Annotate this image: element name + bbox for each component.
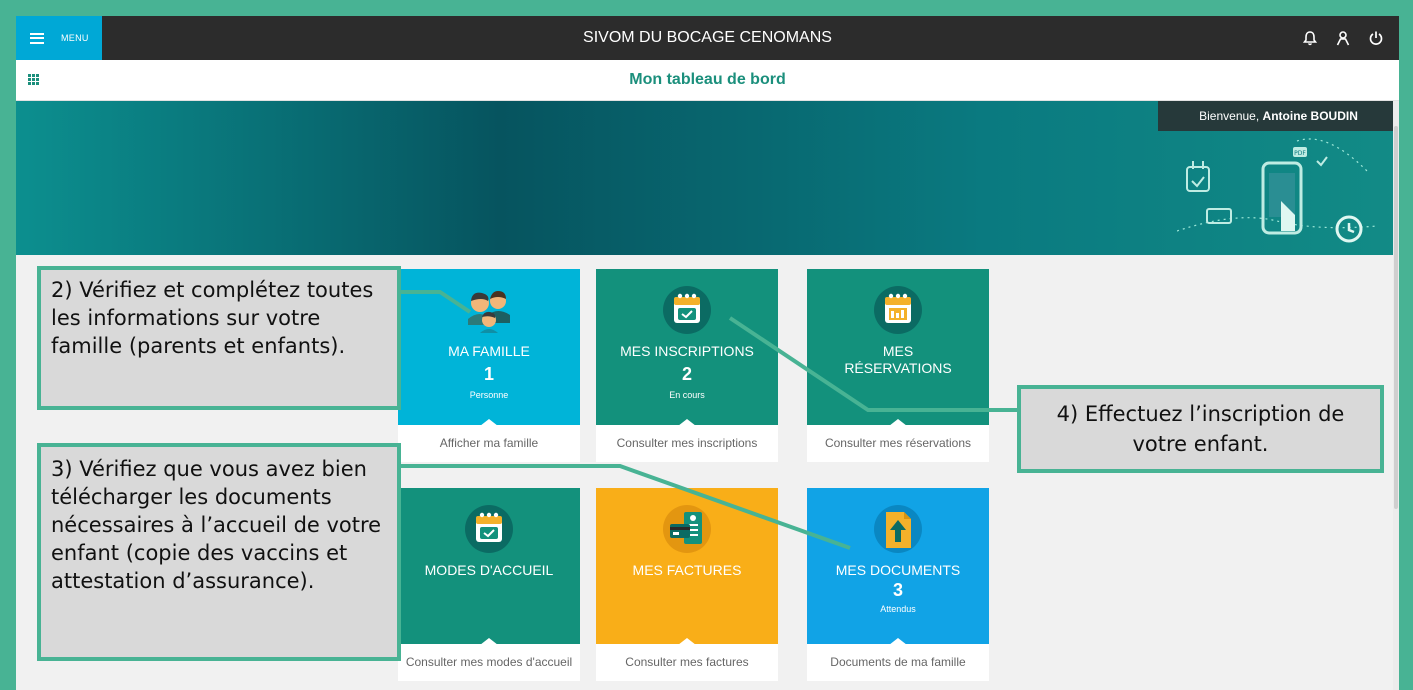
document-upload-icon: [874, 505, 922, 553]
callout-step-3: 3) Vérifiez que vous avez bien télécharg…: [37, 443, 401, 661]
power-logout-icon[interactable]: [1367, 29, 1385, 47]
tile-title: MES DOCUMENTS: [835, 562, 961, 578]
tile-ma-famille[interactable]: MA FAMILLE 1 Personne Afficher ma famill…: [398, 269, 580, 462]
page-title: Mon tableau de bord: [629, 71, 786, 88]
tile-modes-accueil[interactable]: MODES D'ACCUEIL Consulter mes modes d'ac…: [398, 488, 580, 681]
welcome-message: Bienvenue, Antoine BOUDIN: [1158, 101, 1399, 131]
tile-subtitle: Attendus: [880, 604, 916, 614]
tile-link-mes-reservations[interactable]: Consulter mes réservations: [807, 425, 989, 462]
hamburger-icon: [30, 32, 44, 44]
user-profile-icon[interactable]: [1334, 29, 1352, 47]
tile-title: MA FAMILLE: [448, 343, 530, 359]
tile-title: MES FACTURES: [632, 562, 742, 578]
tile-title-line-1: MES: [882, 343, 914, 359]
card-icon: [1206, 208, 1232, 224]
tile-mes-documents-header[interactable]: MES DOCUMENTS 3 Attendus: [807, 488, 989, 645]
top-bar-actions: [1301, 16, 1385, 60]
welcome-banner: Bienvenue, Antoine BOUDIN PDF: [16, 101, 1399, 255]
pdf-badge: PDF: [1294, 150, 1306, 157]
tile-mes-reservations-header[interactable]: MES RÉSERVATIONS: [807, 269, 989, 426]
sub-header: Mon tableau de bord: [16, 60, 1399, 101]
tile-count: 2: [681, 364, 692, 384]
tile-mes-documents[interactable]: MES DOCUMENTS 3 Attendus Documents de ma…: [807, 488, 989, 681]
tile-mes-inscriptions[interactable]: MES INSCRIPTIONS 2 En cours Consulter me…: [596, 269, 778, 462]
tile-title: MES INSCRIPTIONS: [620, 343, 754, 359]
menu-label: MENU: [61, 33, 89, 43]
menu-button[interactable]: MENU: [16, 16, 102, 60]
notifications-bell-icon[interactable]: [1301, 29, 1319, 47]
tile-link-mes-inscriptions[interactable]: Consulter mes inscriptions: [596, 425, 778, 462]
tile-mes-factures-header[interactable]: MES FACTURES: [596, 488, 778, 645]
tile-mes-inscriptions-header[interactable]: MES INSCRIPTIONS 2 En cours: [596, 269, 778, 426]
tile-title-line-2: RÉSERVATIONS: [844, 360, 952, 376]
banner-illustration: PDF: [1177, 138, 1377, 243]
callout-step-2: 2) Vérifiez et complétez toutes les info…: [37, 266, 401, 410]
tile-subtitle: En cours: [669, 390, 705, 400]
welcome-prefix: Bienvenue,: [1199, 109, 1260, 123]
top-bar: MENU SIVOM DU BOCAGE CENOMANS: [16, 16, 1399, 60]
calendar-check-icon: [1186, 166, 1210, 192]
callout-step-4: 4) Effectuez l’inscription de votre enfa…: [1017, 385, 1384, 473]
app-title: SIVOM DU BOCAGE CENOMANS: [583, 29, 832, 46]
user-name[interactable]: Antoine BOUDIN: [1263, 109, 1358, 123]
calendar-check-icon: [663, 286, 711, 334]
tile-link-modes-accueil[interactable]: Consulter mes modes d'accueil: [398, 644, 580, 681]
tile-subtitle: Personne: [469, 390, 509, 400]
calendar-grid-icon: [874, 286, 922, 334]
calendar-check-icon: [465, 505, 513, 553]
family-icon: [468, 291, 510, 333]
invoice-card-icon: [663, 505, 711, 553]
tile-mes-factures[interactable]: MES FACTURES Consulter mes factures: [596, 488, 778, 681]
tile-title: MODES D'ACCUEIL: [424, 562, 554, 578]
tile-link-ma-famille[interactable]: Afficher ma famille: [398, 425, 580, 462]
tile-mes-reservations[interactable]: MES RÉSERVATIONS Consulter mes réservati…: [807, 269, 989, 462]
tile-modes-accueil-header[interactable]: MODES D'ACCUEIL: [398, 488, 580, 645]
tile-count: 3: [892, 580, 903, 600]
tile-count: 1: [483, 364, 494, 384]
scrollbar-thumb[interactable]: [1394, 126, 1398, 509]
tile-link-mes-documents[interactable]: Documents de ma famille: [807, 644, 989, 681]
tile-ma-famille-header[interactable]: MA FAMILLE 1 Personne: [398, 269, 580, 426]
tile-link-mes-factures[interactable]: Consulter mes factures: [596, 644, 778, 681]
